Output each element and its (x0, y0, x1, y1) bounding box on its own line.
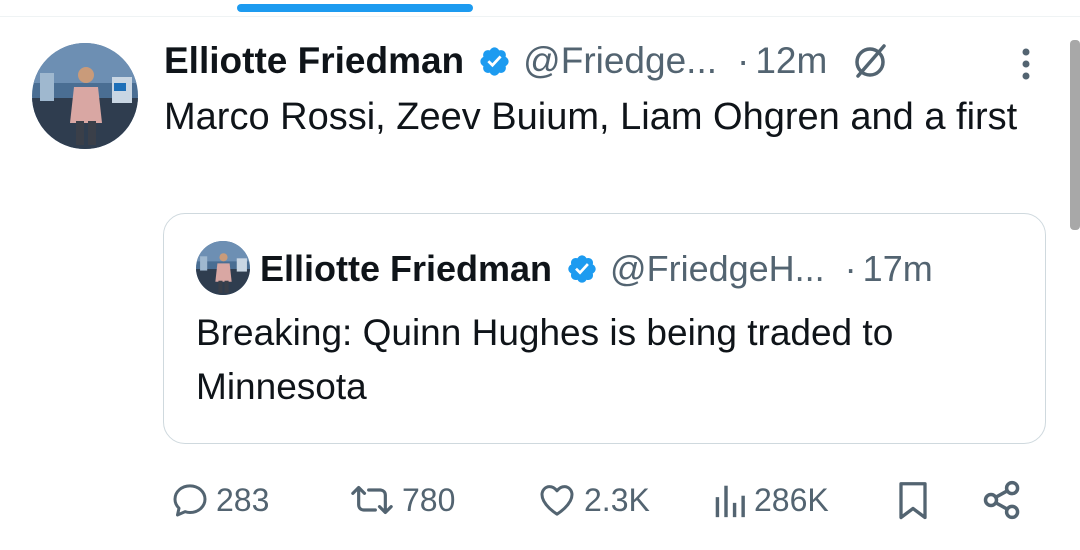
author-handle[interactable]: @Friedge... (523, 40, 717, 82)
like-count: 2.3K (584, 481, 650, 518)
verified-badge-icon (480, 46, 509, 76)
view-count: 286K (754, 481, 829, 518)
repost-icon (351, 485, 393, 515)
bookmark-icon[interactable] (895, 480, 931, 522)
reply-icon (173, 484, 207, 517)
share-icon[interactable] (980, 478, 1024, 522)
tweet-header: Elliotte Friedman @Friedge... · 12m (164, 38, 891, 84)
tweet-text: Marco Rossi, Zeev Buium, Liam Ohgren and… (164, 96, 1018, 138)
author-name[interactable]: Elliotte Friedman (164, 40, 464, 82)
quoted-avatar (196, 241, 250, 295)
repost-count: 780 (402, 481, 456, 518)
repost-button[interactable]: 780 (348, 470, 455, 530)
more-icon[interactable] (1016, 44, 1036, 84)
like-button[interactable]: 2.3K (536, 470, 650, 530)
top-tab-bar (0, 0, 1080, 18)
quoted-tweet-text: Breaking: Quinn Hughes is being traded t… (196, 312, 894, 407)
grok-icon[interactable] (849, 40, 891, 82)
verified-badge-icon (568, 255, 596, 283)
like-icon (540, 485, 574, 516)
quoted-author-name: Elliotte Friedman (260, 248, 553, 289)
quoted-timestamp: 17m (862, 248, 933, 289)
quoted-tweet-header: Elliotte Friedman @FriedgeH... · 17m (260, 246, 933, 292)
reply-button[interactable]: 283 (170, 470, 269, 530)
reply-count: 283 (216, 481, 270, 518)
action-bar: 283 780 2.3K 286K (0, 470, 1080, 530)
separator-dot: · (737, 40, 750, 81)
views-icon (715, 485, 745, 518)
tab-divider (0, 16, 1080, 17)
views-button[interactable]: 286K (712, 470, 829, 530)
separator-dot: · (844, 248, 857, 289)
timestamp[interactable]: 12m (755, 40, 827, 82)
scrollbar[interactable] (1070, 40, 1080, 230)
active-tab-indicator (237, 4, 473, 12)
quoted-author-handle: @FriedgeH... (610, 248, 825, 289)
avatar[interactable] (32, 43, 138, 149)
